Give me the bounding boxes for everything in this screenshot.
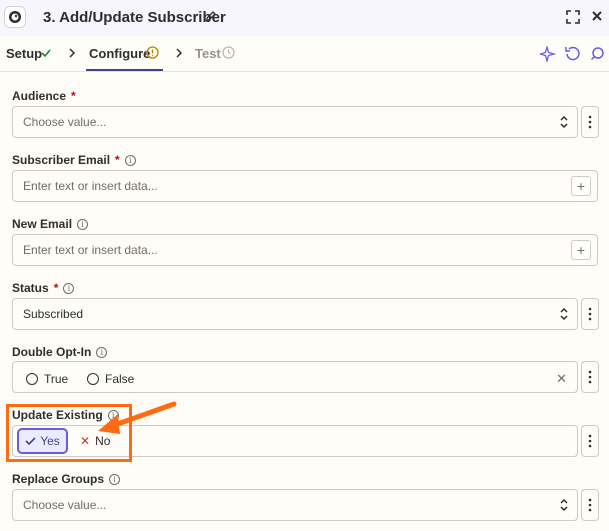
step-title: 3. Add/Update Subscriber [43,9,226,26]
plus-icon: + [576,178,586,194]
expand-icon[interactable] [566,10,580,24]
mailchimp-icon [4,6,26,28]
audience-label: Audience * [12,89,76,103]
kebab-icon [588,498,592,512]
status-select[interactable]: Subscribed [12,298,578,330]
required-marker: * [115,153,120,167]
info-icon[interactable]: i [109,473,121,485]
panel-header: 3. Add/Update Subscriber [0,0,609,36]
info-icon[interactable]: i [96,346,108,358]
kebab-icon [588,307,592,321]
required-marker: * [71,89,76,103]
new-email-label: New Email i [12,217,89,231]
subscriber-email-label: Subscriber Email * i [12,153,136,167]
warning-icon [146,46,159,59]
arrow-annotation-icon [98,401,177,434]
replace-groups-more-button[interactable] [581,489,599,521]
info-icon[interactable]: i [63,282,75,294]
updown-icon [560,498,568,512]
kebab-icon [588,434,592,448]
required-marker: * [53,281,59,295]
close-icon[interactable] [591,10,603,22]
status-label: Status * i [12,281,75,295]
audience-select[interactable]: Choose value... [12,106,578,138]
kebab-icon [588,115,592,129]
search-icon[interactable] [590,46,605,61]
chevron-right-icon [69,48,76,58]
step-tabs: Setup Configure Test [0,36,609,72]
active-tab-indicator [86,69,163,71]
clock-icon [222,46,235,59]
pencil-icon[interactable] [205,10,217,22]
audience-more-button[interactable] [581,106,599,138]
double-opt-in-label: Double Opt-In i [12,345,108,359]
info-icon[interactable]: i [77,218,89,230]
radio-circle [26,373,38,385]
plus-icon: + [576,242,586,258]
radio-true[interactable]: True [26,372,68,386]
status-more-button[interactable] [581,298,599,330]
chevron-right-icon [176,48,183,58]
updown-icon [560,307,568,321]
info-icon[interactable]: i [124,154,136,166]
sparkle-icon[interactable] [540,46,556,62]
replace-groups-select[interactable]: Choose value... [12,489,578,521]
tab-test[interactable]: Test [195,46,221,61]
undo-icon[interactable] [565,46,580,61]
double-opt-in-more-button[interactable] [581,361,599,393]
radio-false[interactable]: False [87,372,134,386]
update-existing-more-button[interactable] [581,425,599,457]
new-email-input[interactable]: Enter text or insert data... + [12,234,598,266]
clear-icon[interactable]: ✕ [556,371,567,387]
insert-data-button[interactable]: + [571,240,591,260]
kebab-icon [588,370,592,384]
double-opt-in-field: True False ✕ [12,361,578,393]
replace-groups-label: Replace Groups i [12,472,121,486]
tab-configure[interactable]: Configure [89,46,150,61]
subscriber-email-input[interactable]: Enter text or insert data... + [12,170,598,202]
radio-circle [87,373,99,385]
tab-setup[interactable]: Setup [6,46,42,61]
check-icon [41,49,51,58]
updown-icon [560,115,568,129]
insert-data-button[interactable]: + [571,176,591,196]
